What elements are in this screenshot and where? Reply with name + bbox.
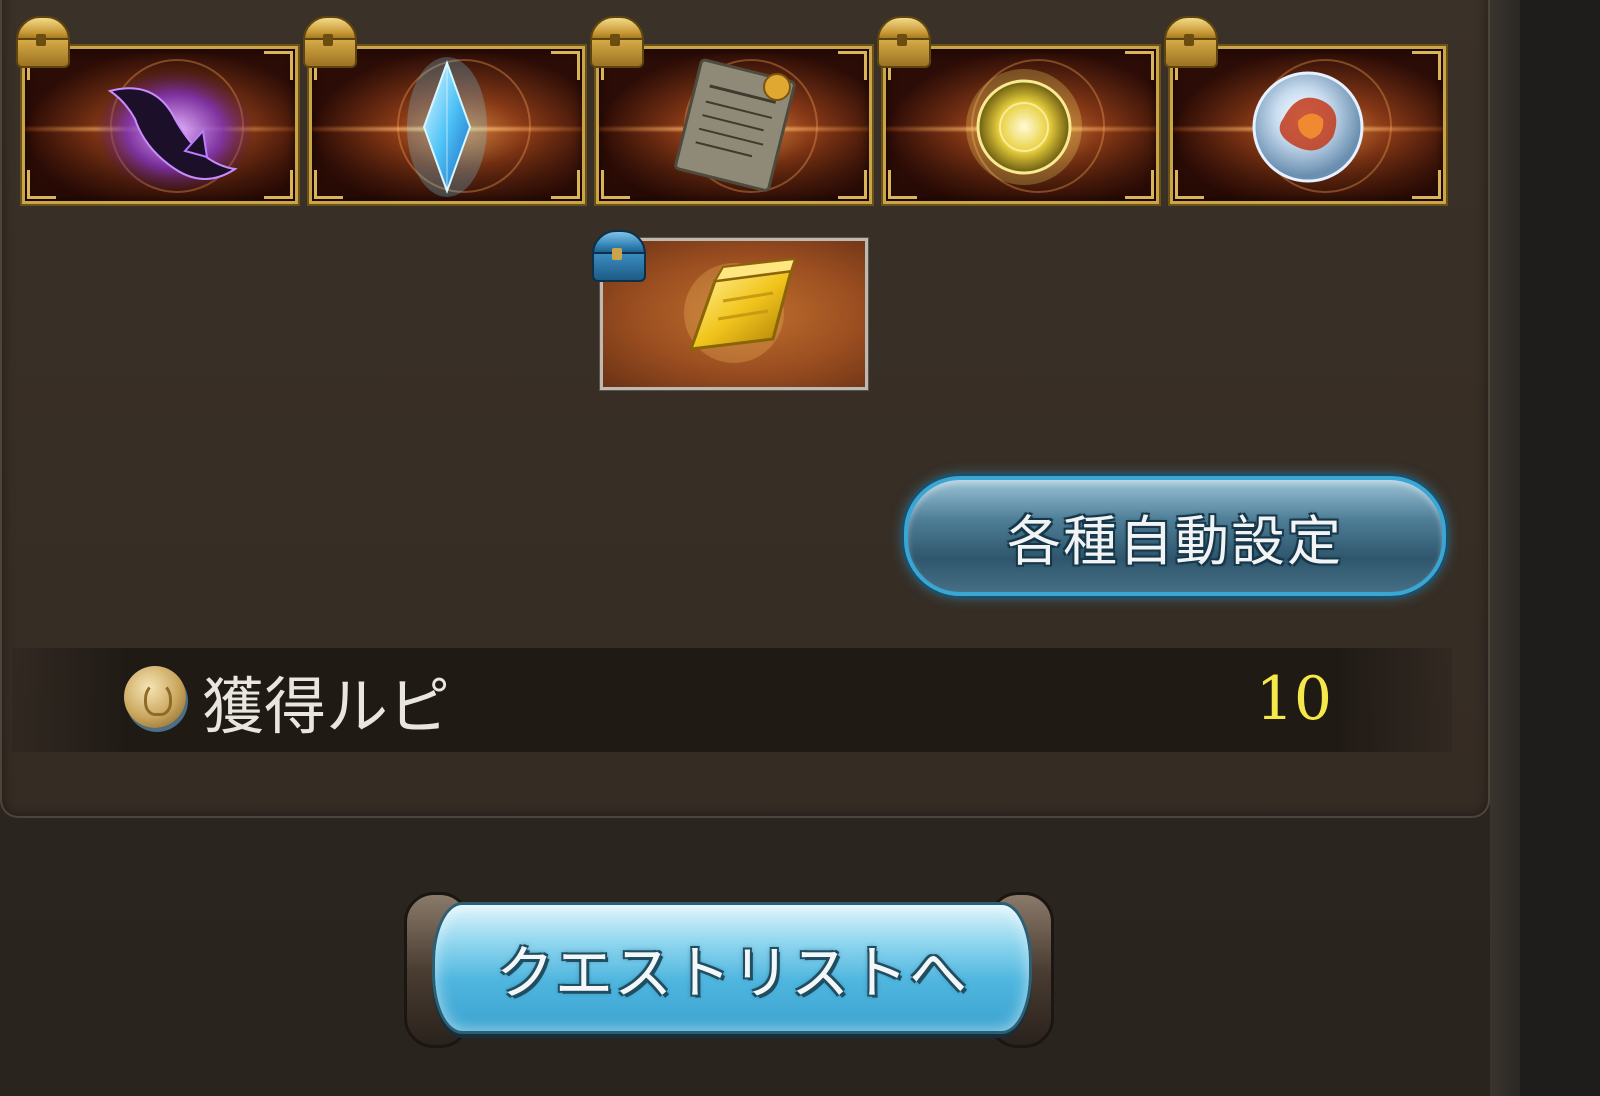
rupee-coin-icon: [124, 666, 186, 728]
reward-item-scroll[interactable]: [596, 46, 872, 204]
gold-chest-icon: [299, 16, 357, 68]
reward-item-blue-crystal[interactable]: [309, 46, 585, 204]
auto-settings-label: 各種自動設定: [1007, 509, 1343, 573]
gold-chest-icon: [586, 16, 644, 68]
blue-chest-icon: [588, 230, 646, 282]
quest-list-button-frame: クエストリストへ: [402, 890, 1056, 1050]
gold-chest-icon: [12, 16, 70, 68]
scroll-edge: [1490, 0, 1600, 1096]
scroll-icon: [674, 58, 796, 192]
rupee-value: 10: [1255, 664, 1332, 734]
gold-chest-icon: [873, 16, 931, 68]
rupee-label: 獲得ルピ: [202, 670, 451, 743]
auto-settings-button[interactable]: 各種自動設定: [904, 476, 1446, 596]
reward-item-fire-orb[interactable]: [1170, 46, 1446, 204]
crystal-icon: [407, 57, 487, 197]
rupee-row: 獲得ルピ 10: [12, 648, 1452, 752]
dark-horn-icon: [95, 69, 255, 193]
reward-item-light-orb[interactable]: [883, 46, 1159, 204]
gold-chest-icon: [1160, 16, 1218, 68]
light-orb-icon: [966, 69, 1082, 185]
fire-orb-icon: [1252, 71, 1364, 183]
reward-panel: 各種自動設定 獲得ルピ 10: [0, 0, 1490, 818]
result-screen: 各種自動設定 獲得ルピ 10 クエストリストへ: [0, 0, 1600, 1096]
reward-item-dark-horn[interactable]: [22, 46, 298, 204]
quest-list-label: クエストリストへ: [495, 939, 968, 1007]
quest-list-button[interactable]: クエストリストへ: [432, 902, 1032, 1034]
